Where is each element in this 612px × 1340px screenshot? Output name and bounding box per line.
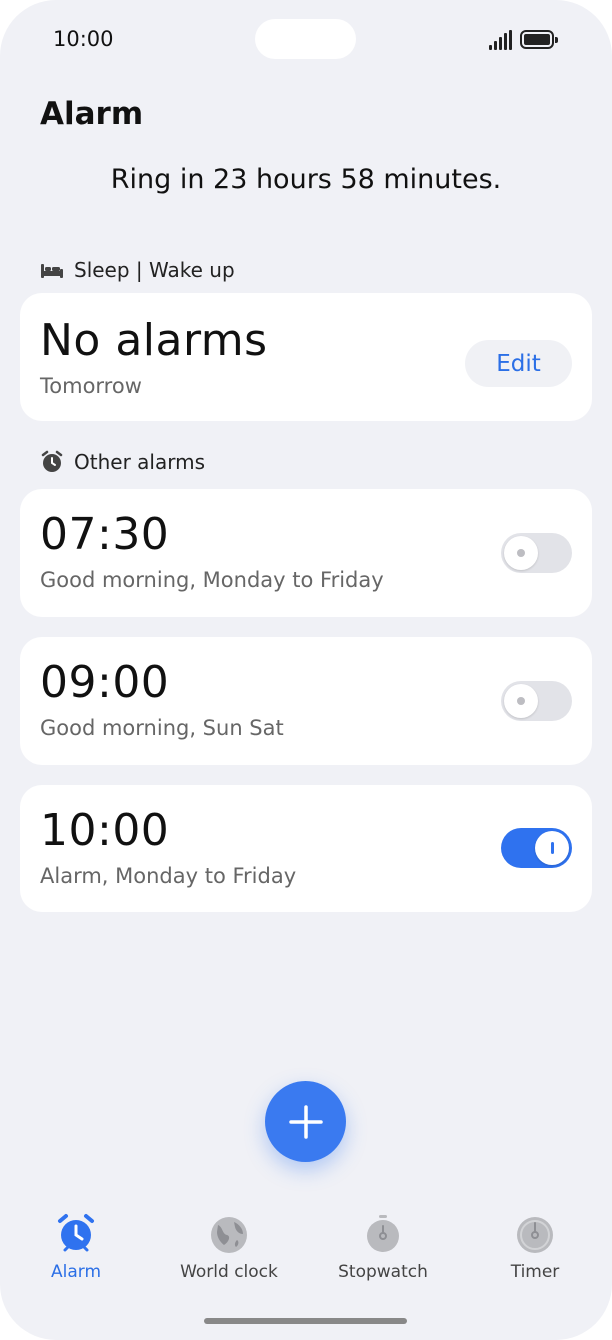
alarm-toggle[interactable] bbox=[501, 681, 572, 721]
other-section-label: Other alarms bbox=[74, 450, 205, 474]
sleep-card-title: No alarms bbox=[40, 315, 268, 366]
tab-stopwatch[interactable]: Stopwatch bbox=[313, 1212, 453, 1282]
tab-label: Stopwatch bbox=[338, 1262, 428, 1282]
status-time: 10:00 bbox=[53, 27, 114, 51]
signal-icon bbox=[489, 30, 512, 50]
alarm-toggle[interactable] bbox=[501, 828, 572, 868]
alarm-toggle[interactable] bbox=[501, 533, 572, 573]
alarm-time: 10:00 bbox=[40, 805, 170, 856]
alarm-label: Alarm, Monday to Friday bbox=[40, 864, 297, 888]
camera-pill bbox=[255, 19, 356, 59]
phone-screen: 10:00 Alarm Ring in 23 hours 58 minutes.… bbox=[0, 0, 612, 1340]
tab-alarm[interactable]: Alarm bbox=[6, 1212, 146, 1282]
stopwatch-icon bbox=[367, 1215, 399, 1252]
tab-world-clock[interactable]: World clock bbox=[159, 1212, 299, 1282]
edit-button[interactable]: Edit bbox=[465, 340, 572, 387]
sleep-section-label: Sleep | Wake up bbox=[74, 258, 235, 282]
tab-label: World clock bbox=[180, 1262, 278, 1282]
alarm-clock-icon bbox=[41, 450, 63, 472]
timer-icon bbox=[517, 1217, 553, 1253]
next-ring-text: Ring in 23 hours 58 minutes. bbox=[110, 164, 502, 195]
sleep-section-header: Sleep | Wake up bbox=[40, 258, 235, 282]
alarm-label: Good morning, Monday to Friday bbox=[40, 568, 384, 592]
tab-label: Alarm bbox=[50, 1262, 102, 1282]
add-alarm-button[interactable] bbox=[265, 1081, 346, 1162]
alarm-clock-icon bbox=[58, 1214, 94, 1252]
alarm-card[interactable]: 09:00 Good morning, Sun Sat bbox=[20, 637, 592, 765]
plus-icon bbox=[288, 1104, 323, 1139]
alarm-label: Good morning, Sun Sat bbox=[40, 716, 284, 740]
home-indicator[interactable] bbox=[204, 1318, 407, 1324]
other-section-header: Other alarms bbox=[40, 450, 205, 474]
tab-label: Timer bbox=[510, 1262, 560, 1282]
page-title: Alarm bbox=[40, 96, 144, 132]
alarm-card[interactable]: 07:30 Good morning, Monday to Friday bbox=[20, 489, 592, 617]
sleep-card[interactable]: No alarms Tomorrow Edit bbox=[20, 293, 592, 421]
alarm-time: 09:00 bbox=[40, 657, 170, 708]
sleep-card-subtitle: Tomorrow bbox=[40, 374, 142, 398]
bed-icon bbox=[41, 264, 63, 278]
globe-icon bbox=[211, 1217, 247, 1253]
alarm-card[interactable]: 10:00 Alarm, Monday to Friday bbox=[20, 785, 592, 912]
alarm-time: 07:30 bbox=[40, 509, 170, 560]
battery-icon bbox=[520, 30, 558, 49]
tab-timer[interactable]: Timer bbox=[465, 1212, 605, 1282]
